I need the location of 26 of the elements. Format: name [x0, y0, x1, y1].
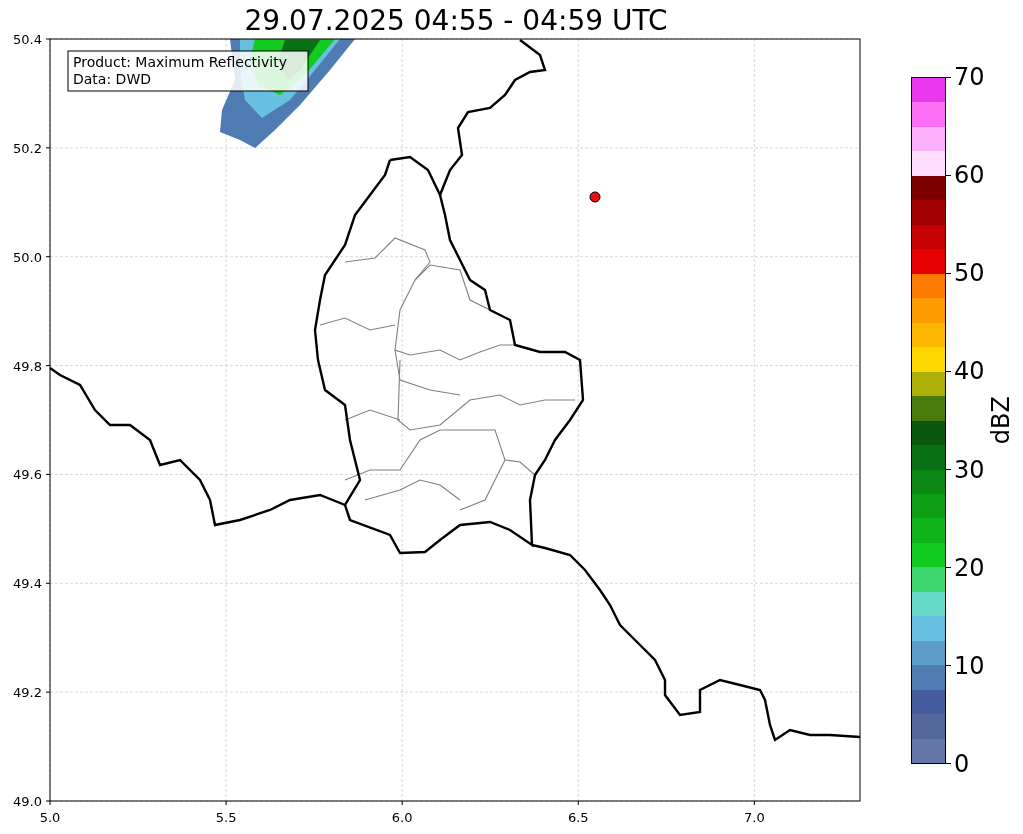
info-text: Product: Maximum Reflectivity [73, 54, 287, 70]
colorbar-tick-label: 30 [953, 457, 985, 482]
colorbar-tick-label: 40 [953, 359, 985, 384]
x-tick-label: 5.5 [215, 810, 237, 825]
y-tick-label: 49.4 [13, 576, 42, 592]
colorbar-tick-label: 0 [953, 752, 970, 776]
y-tick-label: 49.2 [13, 685, 42, 701]
colorbar-label: dBZ [988, 396, 1013, 445]
x-tick-label: 7.0 [744, 810, 765, 825]
location-marker [589, 191, 601, 203]
colorbar-tick-label: 70 [953, 65, 985, 89]
colorbar-tick-label: 20 [953, 555, 985, 580]
y-tick-label: 49.8 [13, 358, 42, 374]
y-tick-label: 50.2 [13, 140, 42, 156]
info-text: Data: DWD [73, 71, 151, 87]
colorbar-tick-label: 10 [953, 653, 985, 678]
x-tick-label: 5.0 [39, 810, 61, 825]
y-tick-label: 50.4 [13, 32, 42, 47]
x-tick-label: 6.5 [567, 810, 589, 825]
x-tick-label: 6.0 [391, 810, 413, 825]
colorbar-tick-label: 50 [953, 261, 985, 286]
y-tick-label: 49.0 [13, 794, 42, 809]
map-title: 29.07.2025 04:55 - 04:59 UTC [244, 4, 668, 37]
y-tick-label: 50.0 [13, 249, 42, 265]
colorbar-tick-label: 60 [953, 163, 985, 188]
y-tick-label: 49.6 [13, 467, 42, 483]
